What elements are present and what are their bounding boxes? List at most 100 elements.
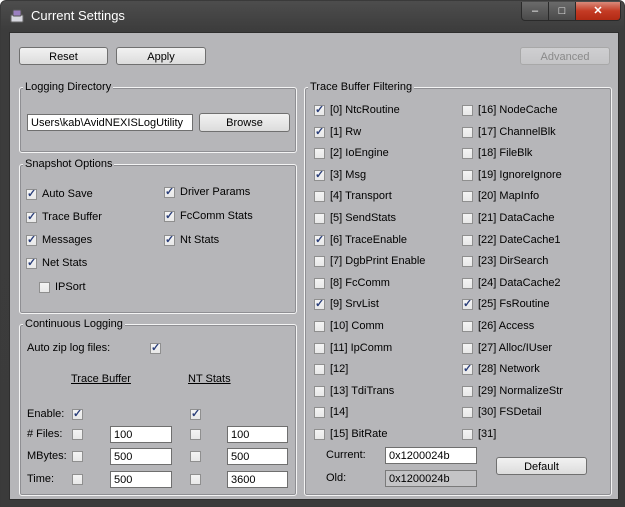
current-mask-value: 0x1200024b <box>385 447 477 464</box>
reset-button[interactable]: Reset <box>19 47 108 65</box>
trace-flag-checkbox[interactable] <box>314 103 325 116</box>
trace-flag-checkbox[interactable] <box>462 191 473 203</box>
trace-flag-checkbox[interactable] <box>314 407 325 419</box>
snapshot-option-checkbox[interactable] <box>26 210 37 223</box>
trace-buffer-checkbox[interactable] <box>72 474 83 485</box>
trace-flag-checkbox[interactable] <box>462 385 473 397</box>
trace-flag-checkbox[interactable] <box>462 256 473 268</box>
nt-stats-column-header: NT Stats <box>188 373 231 385</box>
trace-flag-label: [6] TraceEnable <box>330 233 408 246</box>
trace-flag-checkbox[interactable] <box>462 429 473 440</box>
default-button[interactable]: Default <box>496 457 587 475</box>
trace-flag-label: [3] Msg <box>330 168 367 181</box>
trace-flag-checkbox[interactable] <box>314 342 325 354</box>
snapshot-options-group: Snapshot Options Auto Save Trace Buffer Me… <box>19 158 297 314</box>
trace-flag-checkbox[interactable] <box>314 191 325 203</box>
snapshot-option-label: FcComm Stats <box>180 210 253 222</box>
ipsort-checkbox[interactable] <box>39 282 50 293</box>
snapshot-option-label: Driver Params <box>180 186 251 198</box>
nt-stats-value-input[interactable]: 3600 <box>227 471 288 488</box>
snapshot-option-label: Messages <box>42 234 93 246</box>
trace-flag-checkbox[interactable] <box>462 234 473 246</box>
trace-flag-label: [5] SendStats <box>330 212 397 224</box>
trace-flag-label: [15] BitRate <box>330 428 388 440</box>
continuous-row-label: # Files: <box>27 428 63 440</box>
nt-stats-value-input[interactable]: 100 <box>227 426 288 443</box>
trace-flag-checkbox[interactable] <box>462 342 473 354</box>
nt-stats-checkbox[interactable] <box>190 474 201 485</box>
window-title: Current Settings <box>31 8 125 23</box>
continuous-logging-title: Continuous Logging <box>23 318 125 330</box>
trace-flag-label: [21] DataCache <box>478 212 555 224</box>
logging-directory-title: Logging Directory <box>23 81 114 93</box>
nt-stats-checkbox[interactable] <box>190 451 201 462</box>
trace-flag-label: [11] IpComm <box>330 341 393 354</box>
browse-button[interactable]: Browse <box>199 113 290 132</box>
trace-flag-label: [19] IgnoreIgnore <box>478 168 562 181</box>
ipsort-label: IPSort <box>55 281 86 293</box>
trace-flag-checkbox[interactable] <box>462 277 473 289</box>
auto-zip-checkbox[interactable] <box>150 341 161 354</box>
trace-flag-checkbox[interactable] <box>314 125 325 138</box>
maximize-button[interactable]: □ <box>548 2 576 21</box>
trace-buffer-value-input[interactable]: 500 <box>110 448 172 465</box>
minimize-button[interactable]: – <box>521 2 549 21</box>
trace-buffer-column-header: Trace Buffer <box>71 373 131 385</box>
nt-stats-checkbox[interactable] <box>190 429 201 440</box>
snapshot-option-checkbox[interactable] <box>164 209 175 222</box>
trace-flag-checkbox[interactable] <box>462 105 473 116</box>
trace-buffer-checkbox[interactable] <box>72 451 83 462</box>
client-area: Reset Apply Advanced Logging Directory U… <box>9 32 619 500</box>
trace-buffer-value-input[interactable]: 100 <box>110 426 172 443</box>
trace-flag-label: [20] MapInfo <box>478 190 540 203</box>
trace-flag-label: [31] <box>478 428 497 440</box>
trace-flag-checkbox[interactable] <box>314 429 325 440</box>
trace-flag-checkbox[interactable] <box>314 256 325 268</box>
snapshot-option-label: Net Stats <box>42 257 88 269</box>
trace-flag-label: [25] FsRoutine <box>478 298 550 311</box>
snapshot-option-checkbox[interactable] <box>26 256 37 269</box>
snapshot-option-label: Auto Save <box>42 188 93 200</box>
trace-flag-checkbox[interactable] <box>314 277 325 289</box>
app-icon <box>10 9 24 23</box>
trace-flag-label: [17] ChannelBlk <box>478 125 556 138</box>
trace-buffer-filtering-title: Trace Buffer Filtering <box>308 81 415 93</box>
trace-flag-checkbox[interactable] <box>462 213 473 224</box>
trace-flag-checkbox[interactable] <box>314 321 325 332</box>
close-button[interactable]: ✕ <box>575 2 621 21</box>
trace-flag-checkbox[interactable] <box>462 126 473 138</box>
auto-zip-label: Auto zip log files: <box>27 342 111 354</box>
trace-flag-checkbox[interactable] <box>314 233 325 246</box>
snapshot-option-checkbox[interactable] <box>26 187 37 200</box>
snapshot-option-checkbox[interactable] <box>164 233 175 246</box>
advanced-button[interactable]: Advanced <box>520 47 610 65</box>
current-mask-label: Current: <box>326 449 366 461</box>
trace-flag-checkbox[interactable] <box>462 148 473 160</box>
trace-flag-checkbox[interactable] <box>314 148 325 160</box>
snapshot-option-checkbox[interactable] <box>164 185 175 198</box>
trace-flag-checkbox[interactable] <box>314 168 325 181</box>
trace-flag-checkbox[interactable] <box>314 385 325 397</box>
trace-flag-label: [24] DataCache2 <box>478 276 561 289</box>
trace-flag-checkbox[interactable] <box>314 297 325 311</box>
trace-flag-label: [23] DirSearch <box>478 255 549 268</box>
nt-stats-value-input[interactable]: 500 <box>227 448 288 465</box>
trace-flag-checkbox[interactable] <box>462 321 473 332</box>
trace-flag-checkbox[interactable] <box>462 297 473 311</box>
trace-buffer-checkbox[interactable] <box>72 407 83 420</box>
trace-flag-checkbox[interactable] <box>314 364 325 376</box>
old-mask-label: Old: <box>326 472 347 484</box>
trace-flag-checkbox[interactable] <box>462 407 473 419</box>
title-bar[interactable]: Current Settings – □ ✕ <box>1 1 624 31</box>
trace-buffer-checkbox[interactable] <box>72 429 83 440</box>
trace-flag-checkbox[interactable] <box>314 213 325 224</box>
trace-flag-checkbox[interactable] <box>462 362 473 376</box>
trace-buffer-value-input[interactable]: 500 <box>110 471 172 488</box>
trace-flag-label: [4] Transport <box>330 190 392 203</box>
trace-flag-checkbox[interactable] <box>462 169 473 181</box>
apply-button[interactable]: Apply <box>116 47 206 65</box>
snapshot-option-checkbox[interactable] <box>26 233 37 246</box>
logging-directory-input[interactable]: Users\kab\AvidNEXISLogUtility <box>27 114 193 131</box>
nt-stats-checkbox[interactable] <box>190 407 201 420</box>
trace-buffer-filtering-group: Trace Buffer Filtering [0] NtcRoutine [1]… <box>304 81 612 496</box>
